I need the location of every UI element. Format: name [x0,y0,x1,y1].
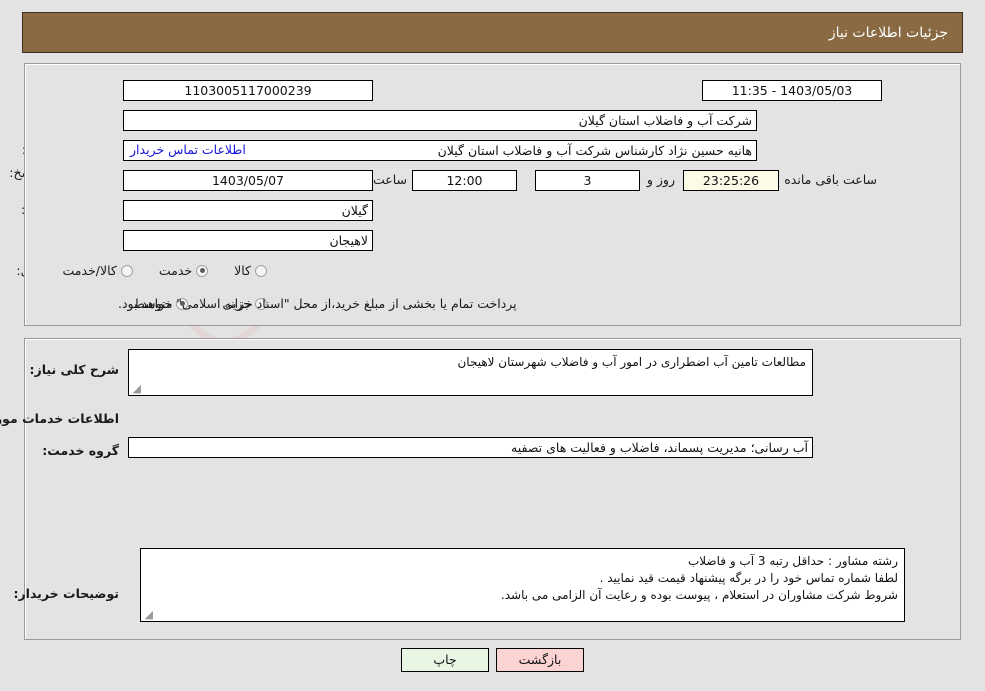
general-desc-textarea[interactable]: مطالعات تامین آب اضطراری در امور آب و فا… [128,349,813,396]
category-radio-2[interactable] [120,264,133,277]
hour-label: ساعت [372,172,407,187]
buyer-contact-link[interactable]: اطلاعات تماس خریدار [130,142,246,157]
buyer-org-value: شرکت آب و فاضلاب استان گیلان [123,110,757,131]
general-desc-label: شرح کلی نیاز: [29,362,119,377]
category-radio-0[interactable] [255,264,267,277]
services-heading-wrap: اطلاعات خدمات مورد نیاز [0,411,119,426]
buyer-contact-link-wrap[interactable]: اطلاعات تماس خریدار [130,142,246,157]
category-radio-1[interactable] [196,264,209,277]
resize-grip-icon-2[interactable]: ◢ [143,609,153,620]
service-group-label-wrap: گروه خدمت: [42,443,119,458]
category-option-1[interactable]: خدمت [158,263,209,278]
category-radio-group[interactable]: کالا خدمت کالا/خدمت [62,263,267,278]
hour-label-wrap: ساعت [373,172,407,187]
days-and-label-wrap: روز و [647,172,675,187]
deadline-date-value: 1403/05/07 [123,170,373,191]
remaining-suffix-label: ساعت باقی مانده [784,172,877,187]
payment-note: پرداخت تمام یا بخشی از مبلغ خرید،از محل … [118,296,517,311]
payment-note-wrap: پرداخت تمام یا بخشی از مبلغ خرید،از محل … [118,296,517,311]
general-desc-label-wrap: شرح کلی نیاز: [30,362,119,377]
category-option-2[interactable]: کالا/خدمت [62,263,133,278]
city-value: لاهیجان [123,230,373,251]
deadline-time-value: 12:00 [412,170,517,191]
general-desc-value: مطالعات تامین آب اضطراری در امور آب و فا… [457,355,806,369]
service-group-value: آب رسانی؛ مدیریت پسماند، فاضلاب و فعالیت… [128,437,813,458]
print-button[interactable]: چاپ [401,648,489,672]
buyer-notes-textarea[interactable]: رشته مشاور : حداقل رتبه 3 آب و فاضلاب لطف… [140,548,905,622]
days-and-label: روز و [646,172,675,187]
resize-grip-icon[interactable]: ◢ [131,383,141,394]
category-option-0[interactable]: کالا [234,263,267,278]
public-announce-value: 1403/05/03 - 11:35 [702,80,882,101]
buyer-notes-label-wrap: توضیحات خریدار: [13,586,119,601]
category-label-2: کالا/خدمت [62,263,117,278]
remaining-days-value: 3 [535,170,640,191]
buyer-notes-line-0: رشته مشاور : حداقل رتبه 3 آب و فاضلاب [687,554,898,568]
page-title: جزئیات اطلاعات نیاز [828,24,948,41]
need-summary-panel [24,63,961,326]
remaining-suffix-wrap: ساعت باقی مانده [784,172,877,187]
page-root: AriaTender.net جزئیات اطلاعات نیاز شماره… [0,0,985,691]
category-label-1: خدمت [158,263,193,278]
services-heading: اطلاعات خدمات مورد نیاز [0,411,119,426]
remaining-time-countdown: 23:25:26 [683,170,779,191]
category-label-0: کالا [234,263,251,278]
service-group-label: گروه خدمت: [42,443,119,458]
buyer-notes-label: توضیحات خریدار: [13,586,119,601]
buyer-notes-line-1: لطفا شماره تماس خود را در برگه پیشنهاد ق… [599,571,898,585]
need-number-value: 1103005117000239 [123,80,373,101]
back-button[interactable]: بازگشت [496,648,584,672]
page-header-bar: جزئیات اطلاعات نیاز [22,12,963,53]
province-value: گیلان [123,200,373,221]
buyer-notes-line-2: شروط شرکت مشاوران در استعلام ، پیوست بود… [500,588,898,602]
